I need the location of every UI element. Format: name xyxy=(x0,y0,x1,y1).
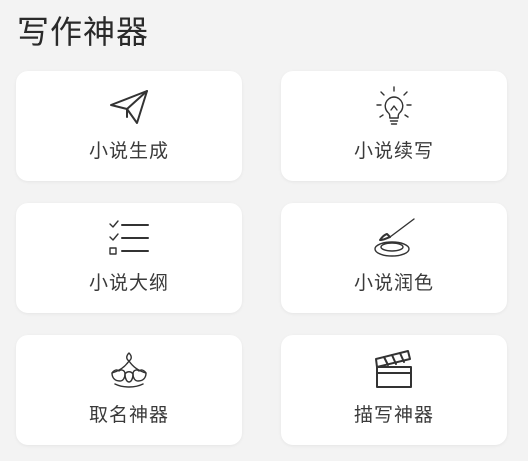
tool-card-novel-polish[interactable]: 小说润色 xyxy=(281,203,507,313)
tool-card-novel-outline[interactable]: 小说大纲 xyxy=(16,203,242,313)
crown-icon xyxy=(105,347,153,393)
tool-label: 小说续写 xyxy=(353,140,434,162)
brush-palette-icon xyxy=(370,215,418,261)
section-title: 写作神器 xyxy=(17,13,150,51)
writing-tools-page: 写作神器 小说生成 小说续写 小说大纲 小说润色 取名神器 描写神器 xyxy=(0,0,528,461)
tool-label: 描写神器 xyxy=(353,404,434,426)
tool-label: 小说生成 xyxy=(88,140,169,162)
tool-card-novel-continue[interactable]: 小说续写 xyxy=(281,71,507,181)
tool-label: 取名神器 xyxy=(88,404,169,426)
paper-plane-icon xyxy=(105,83,153,129)
tool-card-name-generator[interactable]: 取名神器 xyxy=(16,335,242,445)
light-bulb-icon xyxy=(370,83,418,129)
checklist-icon xyxy=(105,215,153,261)
clapperboard-icon xyxy=(370,347,418,393)
tool-label: 小说大纲 xyxy=(88,272,169,294)
tool-card-novel-generate[interactable]: 小说生成 xyxy=(16,71,242,181)
tool-card-description-generator[interactable]: 描写神器 xyxy=(281,335,507,445)
tool-label: 小说润色 xyxy=(353,272,434,294)
tools-grid: 小说生成 小说续写 小说大纲 小说润色 取名神器 描写神器 xyxy=(16,71,507,445)
